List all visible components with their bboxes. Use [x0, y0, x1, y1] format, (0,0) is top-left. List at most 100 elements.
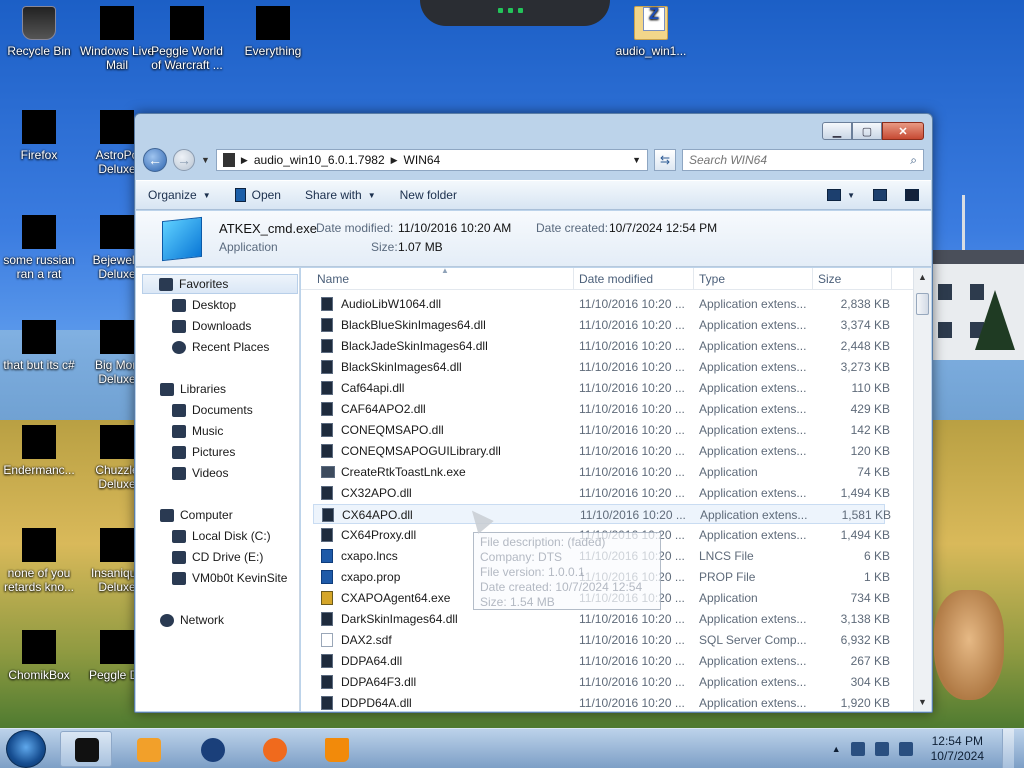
nav-desktop[interactable]: Desktop — [172, 295, 236, 315]
desktop-icon[interactable]: Firefox — [0, 110, 78, 162]
nav-libraries[interactable]: Libraries — [160, 379, 226, 399]
change-view-button[interactable]: ▼ — [827, 189, 855, 201]
file-row[interactable]: DAX2.sdf 11/10/2016 10:20 ... SQL Server C… — [313, 630, 890, 650]
taskbar-vlc-button[interactable] — [310, 731, 362, 767]
nav-label: Computer — [180, 508, 233, 522]
nav-music[interactable]: Music — [172, 421, 223, 441]
desktop-icon[interactable]: Recycle Bin — [0, 6, 78, 58]
breadcrumb-separator-icon[interactable]: ▶ — [241, 155, 248, 166]
scroll-down-icon[interactable]: ▼ — [918, 697, 927, 707]
shortcut-icon — [100, 630, 134, 664]
taskbar-firefox-button[interactable] — [248, 731, 300, 767]
desktop-icon[interactable]: ChomikBox — [0, 630, 78, 682]
search-icon[interactable]: ⌕ — [910, 153, 917, 168]
start-button[interactable] — [6, 730, 46, 768]
nav-cd-drive[interactable]: CD Drive (E:) — [172, 547, 263, 567]
address-bar[interactable]: ▶ audio_win10_6.0.1.7982 ▶ WIN64 ▼ — [215, 149, 648, 171]
file-row[interactable]: CONEQMSAPO.dll 11/10/2016 10:20 ... Applic… — [313, 420, 890, 440]
desktop-icon-label: Endermanc... — [3, 463, 75, 477]
address-dropdown-icon[interactable]: ▼ — [632, 155, 641, 165]
file-date-modified: 11/10/2016 10:20 ... — [579, 612, 685, 626]
file-row[interactable]: BlackSkinImages64.dll 11/10/2016 10:20 ..… — [313, 357, 890, 377]
close-button[interactable]: ✕ — [882, 122, 924, 140]
file-row[interactable]: Caf64api.dll 11/10/2016 10:20 ... Applicat… — [313, 378, 890, 398]
maximize-button[interactable]: ▢ — [852, 122, 882, 140]
nav-videos[interactable]: Videos — [172, 463, 228, 483]
taskbar-media-button[interactable] — [122, 731, 174, 767]
file-row[interactable]: CONEQMSAPOGUILibrary.dll 11/10/2016 10:20… — [313, 441, 890, 461]
file-date-modified: 11/10/2016 10:20 ... — [579, 318, 685, 332]
desktop-icon[interactable]: Windows Live Mail — [78, 6, 156, 72]
chevron-down-icon: ▼ — [202, 190, 211, 200]
file-name: Caf64api.dll — [341, 381, 405, 395]
column-name[interactable]: Name — [317, 272, 349, 286]
recent-pages-chevron-icon[interactable]: ▼ — [201, 155, 210, 165]
desktop-icon[interactable]: that but its c# — [0, 320, 78, 372]
file-row[interactable]: CX32APO.dll 11/10/2016 10:20 ... Applicati… — [313, 483, 890, 503]
nav-documents[interactable]: Documents — [172, 400, 253, 420]
organize-button[interactable]: Organize ▼ — [148, 188, 211, 202]
nav-recent-places[interactable]: Recent Places — [172, 337, 269, 357]
breadcrumb-item[interactable]: audio_win10_6.0.1.7982 — [254, 153, 385, 167]
file-row[interactable]: BlackBlueSkinImages64.dll 11/10/2016 10:2… — [313, 315, 890, 335]
search-box[interactable]: ⌕ — [682, 149, 924, 171]
vertical-scrollbar[interactable]: ▲ ▼ — [913, 268, 931, 711]
file-row[interactable]: DDPA64.dll 11/10/2016 10:20 ... Applicatio… — [313, 651, 890, 671]
nav-pictures[interactable]: Pictures — [172, 442, 235, 462]
nav-network-drive[interactable]: VM0b0t KevinSite — [172, 568, 287, 588]
breadcrumb-item[interactable]: WIN64 — [404, 153, 441, 167]
desktop-icon[interactable]: Endermanc... — [0, 425, 78, 477]
desktop-icon[interactable]: none of you retards kno... — [0, 528, 78, 594]
desktop-icon[interactable]: audio_win1... — [612, 6, 690, 58]
taskbar-globe-button[interactable] — [186, 731, 238, 767]
file-row[interactable]: DDPD64A.dll 11/10/2016 10:20 ... Applicati… — [313, 693, 890, 711]
breadcrumb-separator-icon[interactable]: ▶ — [391, 155, 398, 166]
file-date-modified: 11/10/2016 10:20 ... — [579, 465, 685, 479]
scroll-thumb[interactable] — [916, 293, 929, 315]
nav-local-disk[interactable]: Local Disk (C:) — [172, 526, 271, 546]
shortcut-icon — [22, 425, 56, 459]
desktop-icon[interactable]: some russian ran a rat — [0, 215, 78, 281]
help-icon[interactable] — [905, 189, 919, 201]
pictures-icon — [172, 445, 186, 459]
file-row[interactable]: CAF64APO2.dll 11/10/2016 10:20 ... Applica… — [313, 399, 890, 419]
show-desktop-button[interactable] — [1002, 729, 1014, 768]
column-date-modified[interactable]: Date modified — [579, 272, 653, 286]
minimize-button[interactable]: ▁ — [822, 122, 852, 140]
firefox-icon — [263, 738, 287, 762]
column-size[interactable]: Size — [818, 272, 841, 286]
refresh-button[interactable]: ⇆ — [654, 149, 676, 171]
volume-icon[interactable] — [898, 742, 913, 756]
taskbar-explorer-button[interactable] — [60, 731, 112, 767]
back-button[interactable]: ← — [143, 148, 167, 172]
column-type[interactable]: Type — [699, 272, 725, 286]
desktop-icon[interactable]: Peggle World of Warcraft ... — [148, 6, 226, 72]
file-date-modified: 11/10/2016 10:20 ... — [579, 444, 685, 458]
top-gadget — [420, 0, 610, 26]
file-size: 6,932 KB — [840, 633, 890, 647]
file-row[interactable]: BlackJadeSkinImages64.dll 11/10/2016 10:2… — [313, 336, 890, 356]
desktop-icon[interactable]: Everything — [234, 6, 312, 58]
nav-network[interactable]: Network — [160, 610, 224, 630]
flag-icon[interactable] — [850, 742, 865, 756]
file-row[interactable]: CreateRtkToastLnk.exe 11/10/2016 10:20 ..… — [313, 462, 890, 482]
new-folder-button[interactable]: New folder — [400, 188, 457, 202]
network-tray-icon[interactable] — [874, 742, 889, 756]
nav-computer[interactable]: Computer — [160, 505, 233, 525]
scroll-up-icon[interactable]: ▲ — [918, 272, 927, 282]
file-row[interactable]: AudioLibW1064.dll 11/10/2016 10:20 ... App… — [313, 294, 890, 314]
file-row[interactable]: DDPA64F3.dll 11/10/2016 10:20 ... Applicat… — [313, 672, 890, 692]
clock[interactable]: 12:54 PM 10/7/2024 — [931, 734, 984, 764]
forward-button[interactable]: → — [173, 149, 195, 171]
file-row[interactable]: CX64APO.dll 11/10/2016 10:20 ... Applicati… — [313, 504, 891, 524]
nav-favorites[interactable]: Favorites — [142, 274, 298, 294]
nav-downloads[interactable]: Downloads — [172, 316, 251, 336]
file-row[interactable]: DarkSkinImages64.dll 11/10/2016 10:20 ...… — [313, 609, 890, 629]
search-input[interactable] — [689, 153, 911, 167]
preview-pane-icon[interactable] — [873, 189, 887, 201]
show-hidden-icons-icon[interactable]: ▲ — [832, 744, 841, 754]
file-type: Application extens... — [699, 423, 807, 437]
file-size: 74 KB — [857, 465, 890, 479]
open-button[interactable]: Open — [234, 188, 281, 202]
share-with-button[interactable]: Share with ▼ — [305, 188, 376, 202]
